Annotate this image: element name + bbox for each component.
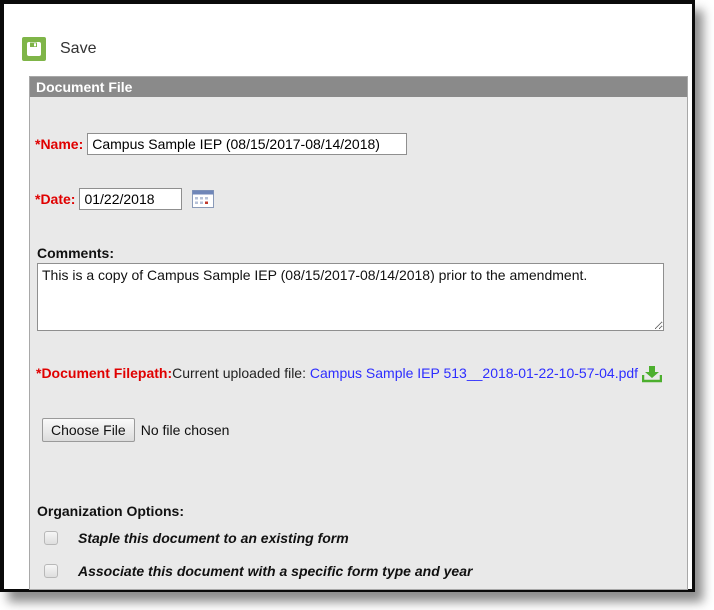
download-icon[interactable] xyxy=(641,365,663,383)
document-file-panel: Document File *Name: *Date: xyxy=(29,76,688,590)
comments-label: Comments: xyxy=(37,245,115,261)
date-input[interactable] xyxy=(79,188,183,210)
staple-option-label: Staple this document to an existing form xyxy=(78,530,349,546)
date-label: *Date: xyxy=(35,191,76,207)
document-filepath: *Document Filepath:Current uploaded file… xyxy=(36,363,676,383)
save-label: Save xyxy=(60,40,97,57)
save-button[interactable]: Save xyxy=(22,34,96,64)
organization-options-label: Organization Options: xyxy=(37,503,184,519)
name-input[interactable] xyxy=(87,133,408,155)
associate-option-label: Associate this document with a specific … xyxy=(78,563,473,579)
current-file-prefix: Current uploaded file: xyxy=(172,365,310,381)
panel-title: Document File xyxy=(30,77,687,97)
name-label: *Name: xyxy=(35,136,84,152)
associate-checkbox[interactable] xyxy=(44,564,58,578)
comments-textarea[interactable]: This is a copy of Campus Sample IEP (08/… xyxy=(37,263,664,331)
file-chooser: Choose File No file chosen xyxy=(42,418,229,442)
calendar-icon[interactable] xyxy=(192,190,215,208)
dialog-frame: Save Document File *Name: *Date: xyxy=(0,0,695,592)
staple-checkbox[interactable] xyxy=(44,531,58,545)
associate-option[interactable]: Associate this document with a specific … xyxy=(44,563,472,579)
choose-file-button[interactable]: Choose File xyxy=(42,418,135,442)
staple-option[interactable]: Staple this document to an existing form xyxy=(44,530,349,546)
filepath-label: *Document Filepath: xyxy=(36,365,173,381)
no-file-text: No file chosen xyxy=(140,422,230,438)
current-file-link[interactable]: Campus Sample IEP 513__2018-01-22-10-57-… xyxy=(310,365,638,381)
date-row: *Date: xyxy=(35,188,215,210)
name-row: *Name: xyxy=(35,133,408,155)
save-icon xyxy=(22,37,46,61)
